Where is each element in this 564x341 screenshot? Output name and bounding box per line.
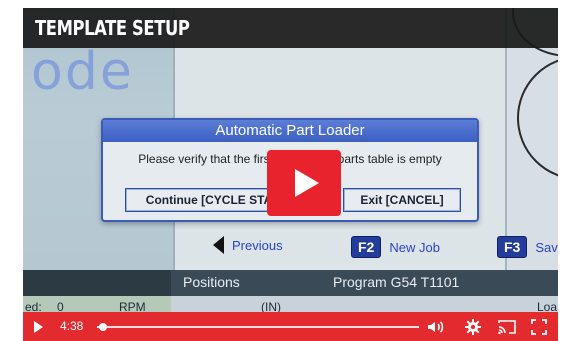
new-job-label: New Job [389,239,440,255]
previous-nav: Previous [203,236,283,254]
cast-icon[interactable] [497,317,517,337]
fullscreen-icon[interactable] [529,317,549,337]
program-header: Program G54 T1101 [333,274,460,290]
left-header-bar [23,270,171,296]
player-controls: 4:38 [23,312,558,341]
f3-save: F3 Sav [497,236,558,258]
dialog-title: Automatic Part Loader [103,120,477,142]
video-title[interactable]: TEMPLATE SETUP [35,16,190,40]
f2-key: F2 [351,236,382,258]
f3-key: F3 [497,236,528,258]
progress-bar[interactable] [97,323,419,331]
volume-icon[interactable] [425,317,445,337]
f3-label: Sav [535,239,558,255]
video-player[interactable]: ode Previous F2 New Job F3 Sav Positions… [23,8,558,341]
video-title-bar[interactable]: TEMPLATE SETUP [23,8,558,48]
arrow-left-icon [213,236,224,254]
settings-gear-icon[interactable] [463,317,483,337]
exit-button: Exit [CANCEL] [343,188,461,212]
previous-label: Previous [232,237,283,253]
mode-text-fragment: ode [31,42,134,102]
play-pause-icon[interactable] [34,321,43,333]
cnc-function-row: Previous F2 New Job F3 Sav [23,230,558,264]
f2-new-job: F2 New Job [351,236,440,258]
large-play-button[interactable] [267,150,341,216]
play-icon [295,169,319,197]
part-outline-circle [517,56,558,180]
progress-handle[interactable] [99,323,108,331]
positions-header: Positions [183,274,240,290]
time-display: 4:38 [60,319,84,333]
